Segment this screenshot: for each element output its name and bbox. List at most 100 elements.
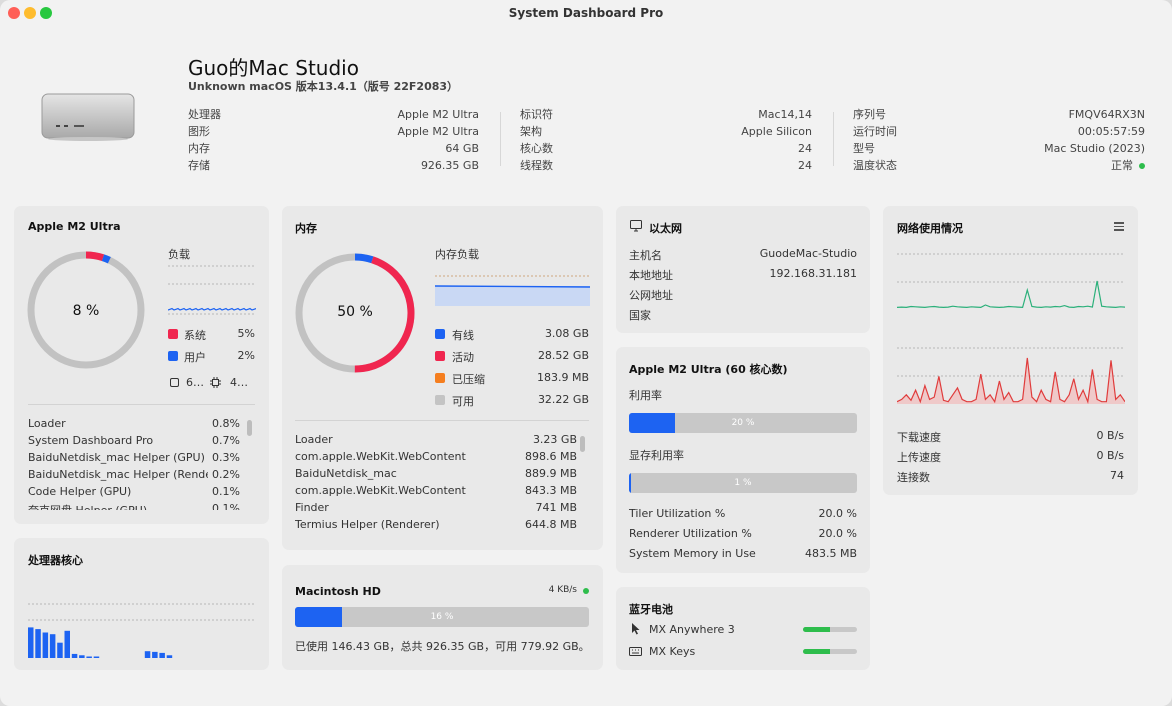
core-bar <box>144 651 151 658</box>
device-os-version: Unknown macOS 版本13.4.1（版号 22F2083） <box>188 80 459 93</box>
menu-icon[interactable] <box>1114 222 1124 231</box>
process-value: 889.9 MB <box>524 467 577 480</box>
disk-card: Macintosh HD 4 KB/s 16 % 已使用 146.43 GB，总… <box>282 565 603 670</box>
cpu-chip-icon <box>210 377 221 388</box>
legend-user-label: 用户 <box>184 351 206 364</box>
gpu-cores-icon <box>170 378 179 387</box>
status-ok-dot <box>1139 163 1145 169</box>
gpu-stat-label: Renderer Utilization % <box>629 527 752 540</box>
process-name: BaiduNetdisk_mac Helper (GPU) <box>28 451 205 464</box>
process-value: 843.3 MB <box>524 484 577 497</box>
divider <box>295 420 589 421</box>
gpu-card: Apple M2 Ultra (60 核心数) 利用率 20 % 显存利用率 1… <box>616 347 870 573</box>
specs-column-hardware: 处理器 Apple M2 Ultra 图形 Apple M2 Ultra 内存 64 … <box>188 106 479 174</box>
legend-swatch-compressed <box>435 373 445 383</box>
process-value: 644.8 MB <box>524 518 577 531</box>
spec-row: 序列号 FMQV64RX3N <box>853 108 1145 121</box>
network-label: 上传速度 <box>897 451 941 464</box>
ethernet-label: 本地地址 <box>629 269 673 282</box>
legend-wired-label: 有线 <box>452 329 474 342</box>
bt-battery-fill <box>803 649 830 654</box>
process-name: Loader <box>28 417 66 430</box>
close-window-button[interactable] <box>8 7 20 19</box>
bt-battery-fill <box>803 627 830 632</box>
upload-speed: 0 B/s <box>1096 449 1124 462</box>
core-bar <box>152 651 158 658</box>
legend-swatch-active <box>435 351 445 361</box>
network-title: 网络使用情况 <box>897 222 963 235</box>
zoom-window-button[interactable] <box>40 7 52 19</box>
gpu-stat-value: 483.5 MB <box>804 547 857 560</box>
core-bar <box>86 656 92 658</box>
core-bar <box>35 629 41 658</box>
legend-active-label: 活动 <box>452 351 474 364</box>
gpu-stat-value: 20.0 % <box>818 507 857 520</box>
legend-swatch-free <box>435 395 445 405</box>
cpu-cores-title: 处理器核心 <box>28 554 83 567</box>
divider <box>833 112 834 166</box>
cpu-cores-card: 处理器核心 <box>14 538 269 670</box>
disk-card-title: Macintosh HD <box>295 585 381 598</box>
process-value: 741 MB <box>535 501 577 514</box>
legend-swatch-system <box>168 329 178 339</box>
cpu-percent: 8 % <box>72 303 100 319</box>
process-name: Termius Helper (Renderer) <box>295 518 440 531</box>
gpu-vram-label: 显存利用率 <box>629 449 684 462</box>
legend-free-label: 可用 <box>452 395 474 408</box>
mac-studio-icon <box>41 93 135 141</box>
gpu-util-percent: 20 % <box>731 418 755 428</box>
ethernet-label: 公网地址 <box>629 289 673 302</box>
core-bar <box>159 652 165 658</box>
gpu-util-bar: 20 % <box>629 413 857 433</box>
legend-active-value: 28.52 GB <box>537 349 589 362</box>
disk-summary: 已使用 146.43 GB，总共 926.35 GB，可用 779.92 GB。 <box>295 640 590 653</box>
ethernet-label: 国家 <box>629 309 651 322</box>
process-value: 0.8% <box>212 417 240 430</box>
process-value: 0.2% <box>212 468 240 481</box>
hostname-value: GuodeMac-Studio <box>759 247 857 260</box>
network-label: 下载速度 <box>897 431 941 444</box>
process-name: System Dashboard Pro <box>28 434 154 447</box>
scrollbar-thumb[interactable] <box>580 436 585 452</box>
legend-system-label: 系统 <box>184 329 206 342</box>
network-label: 连接数 <box>897 471 930 484</box>
keyboard-icon <box>629 647 642 656</box>
gpu-cores-text: 6… <box>186 376 204 389</box>
process-name: Loader <box>295 433 333 446</box>
local-ip-value: 192.168.31.181 <box>769 267 857 280</box>
process-name: Code Helper (GPU) <box>28 485 132 498</box>
process-value: 0.7% <box>212 434 240 447</box>
mouse-pointer-icon <box>632 623 640 635</box>
spec-row: 核心数 24 <box>520 142 812 155</box>
monitor-icon <box>630 220 642 232</box>
cpu-cores-chart <box>28 603 256 658</box>
spec-row: 存储 926.35 GB <box>188 159 479 172</box>
connection-count: 74 <box>1110 469 1124 482</box>
memory-process-list[interactable]: Loader 3.23 GB com.apple.WebKit.WebConte… <box>295 433 577 540</box>
cpu-process-list[interactable]: Loader 0.8% System Dashboard Pro 0.7% Ba… <box>28 417 240 510</box>
core-bar <box>28 627 34 658</box>
ethernet-label: 主机名 <box>629 249 662 262</box>
legend-user-value: 2% <box>237 349 255 362</box>
process-value: 0.1% <box>212 502 240 510</box>
titlebar[interactable]: System Dashboard Pro <box>0 0 1172 26</box>
core-bar <box>57 642 63 658</box>
network-card: 网络使用情况 下载速度 0 B/s 上传速度 0 B/s 连接数 74 <box>883 206 1138 495</box>
minimize-window-button[interactable] <box>24 7 36 19</box>
gpu-vram-percent: 1 % <box>734 478 752 488</box>
process-value: 0.3% <box>212 451 240 464</box>
disk-activity-dot <box>583 588 589 594</box>
gpu-stat-value: 20.0 % <box>818 527 857 540</box>
spec-row: 处理器 Apple M2 Ultra <box>188 108 479 121</box>
bt-battery-bar <box>803 649 857 654</box>
core-bar <box>166 655 173 658</box>
core-bar <box>64 630 70 658</box>
gpu-stat-label: Tiler Utilization % <box>629 507 726 520</box>
bluetooth-title: 蓝牙电池 <box>629 603 673 616</box>
thermal-status-text: 正常 <box>1111 159 1133 172</box>
gpu-util-label: 利用率 <box>629 389 662 402</box>
scrollbar-thumb[interactable] <box>247 420 252 436</box>
specs-column-identity: 标识符 Mac14,14 架构 Apple Silicon 核心数 24 线程数 24 <box>520 106 812 174</box>
legend-compressed-label: 已压缩 <box>452 373 485 386</box>
legend-wired-value: 3.08 GB <box>544 327 589 340</box>
